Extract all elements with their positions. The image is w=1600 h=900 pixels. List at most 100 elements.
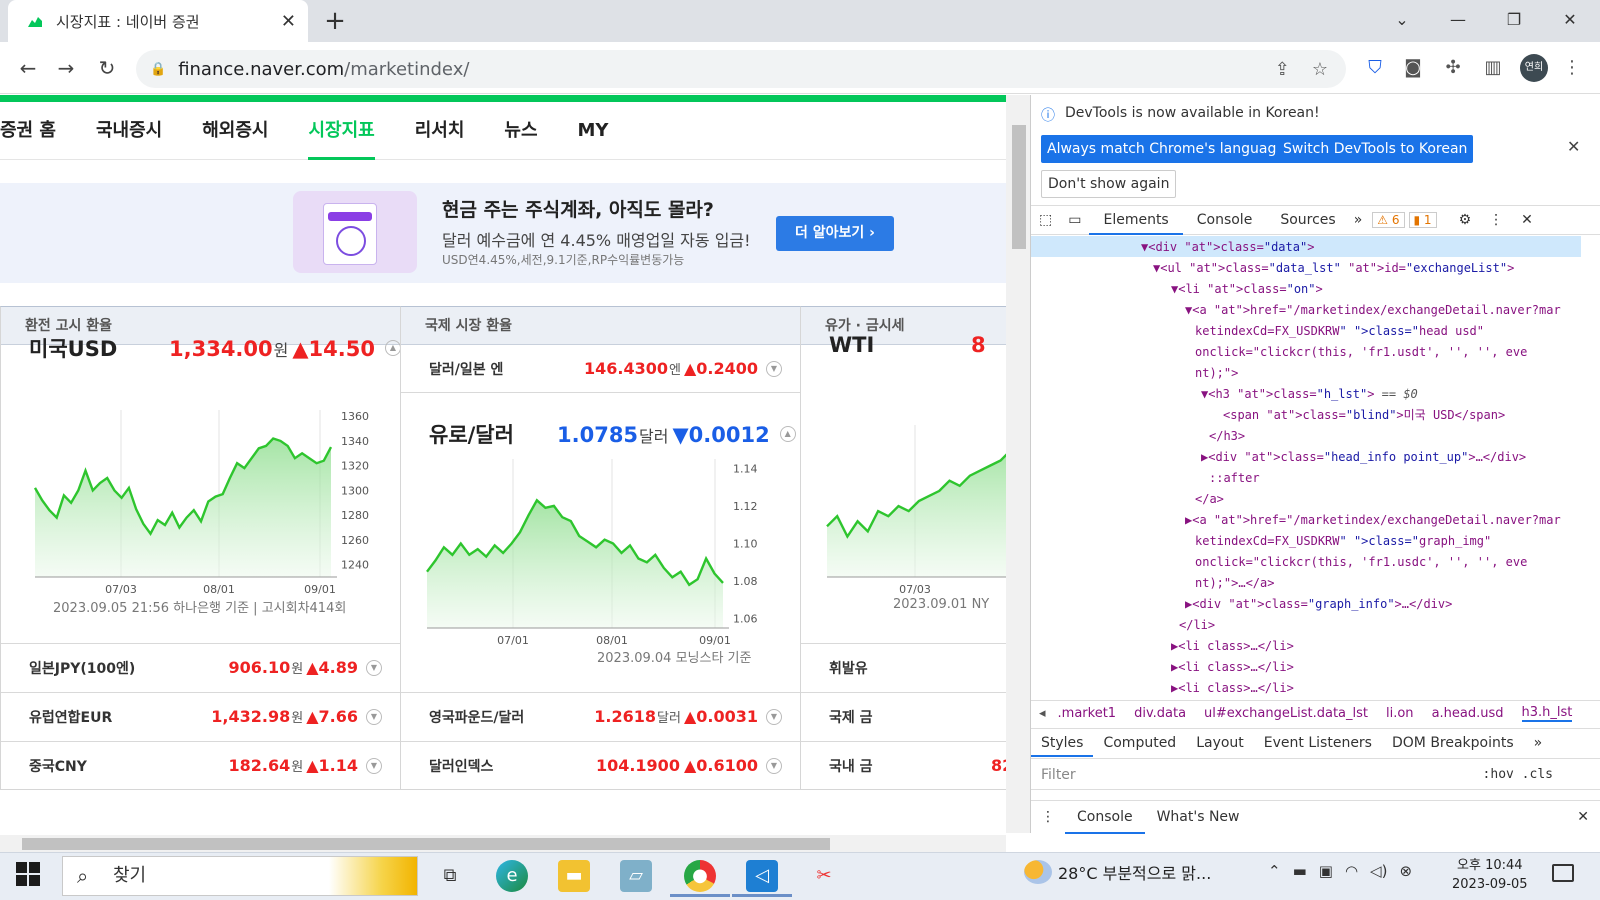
wifi-icon[interactable]: ◠ [1345,862,1358,880]
warning-badge[interactable]: ⚠ 6 [1372,212,1405,228]
vpn-icon[interactable]: ⊗ [1399,862,1412,880]
breadcrumb-item[interactable]: a.head.usd [1432,706,1504,721]
dont-show-again-button[interactable]: Don't show again [1041,170,1177,198]
dom-node-line[interactable]: ▶<a "at">href="/marketindex/exchangeDeta… [1185,510,1561,531]
ad-banner[interactable]: 현금 주는 주식계좌, 아직도 몰라? 달러 예수금에 연 4.45% 매영업일… [0,183,1006,283]
inspect-icon[interactable]: ⬚ [1031,212,1060,228]
close-devtools-icon[interactable]: ✕ [1521,212,1533,228]
settings-gear-icon[interactable]: ⚙ [1459,212,1472,228]
styles-filter-input[interactable]: Filter :hov .cls [1031,758,1600,790]
dom-node-line[interactable]: onclick="clickcr(this, 'fr1.usdc', '', '… [1195,552,1527,573]
dom-node-line[interactable]: </h3> [1209,426,1245,447]
close-drawer-icon[interactable]: ✕ [1577,809,1600,825]
network-adapter-icon[interactable]: ▣ [1319,862,1333,880]
weather-widget[interactable]: 28°C 부분적으로 맑... [1024,860,1211,884]
drawer-menu-icon[interactable]: ⋮ [1031,809,1065,825]
dom-node-line[interactable]: ▶<div "at">class="head_info point_up">…<… [1201,447,1526,468]
drawer-tab-whats-new[interactable]: What's New [1145,801,1252,834]
breadcrumb-item[interactable]: ul#exchangeList.data_lst [1204,706,1368,721]
bookmark-star-icon[interactable]: ☆ [1312,59,1328,80]
wti-head[interactable]: WTI 8 [829,333,986,357]
nav-item-3[interactable]: 시장지표 [308,102,375,160]
edge-icon[interactable]: e [496,860,528,892]
windows-start-icon[interactable] [16,862,40,886]
profile-avatar[interactable]: 연희 [1520,54,1548,82]
usd-head[interactable]: 미국USD 1,334.00 원 ▲14.50 ▲ [29,333,401,363]
list-item[interactable]: 달러/일본 엔 146.4300 엔 ▲0.2400 ▼ [401,345,800,393]
styles-tab-2[interactable]: Layout [1186,729,1254,757]
breadcrumb-item[interactable]: div.data [1134,706,1186,721]
list-item[interactable]: 영국파운드/달러 1.2618 달러 ▲0.0031 ▼ [401,692,800,740]
forward-icon[interactable]: → [52,54,80,82]
dom-node-line[interactable]: ▼<li "at">class="on"> [1171,279,1323,300]
file-explorer-icon[interactable]: ▬ [558,860,590,892]
breadcrumb-item[interactable]: h3.h_lst [1521,705,1573,722]
dom-node-line[interactable]: ketindexCd=FX_USDKRW" ">class="head usd" [1195,321,1484,342]
styles-tab-0[interactable]: Styles [1031,729,1094,757]
taskbar-search[interactable]: ⌕ 찾기 [62,856,418,896]
chevron-left-icon[interactable]: ◂ [1031,706,1046,721]
volume-icon[interactable]: ◁) [1370,862,1387,880]
switch-korean-button[interactable]: Switch DevTools to Korean [1277,135,1474,163]
shield-extension-icon[interactable]: ⛉ [1363,56,1387,80]
vscode-icon[interactable]: ◁ [746,860,778,892]
list-item[interactable]: 휘발유 [801,643,1006,691]
dom-node-line[interactable]: ▶<div "at">class="graph_info">…</div> [1185,594,1452,615]
extensions-puzzle-icon[interactable]: ✣ [1441,56,1465,80]
scroll-thumb[interactable] [1012,125,1026,249]
list-item[interactable]: 일본JPY(100엔) 906.10 원 ▲4.89 ▼ [1,643,400,691]
dom-node-line[interactable]: nt);"> [1195,363,1238,384]
usd-chart[interactable]: 07/03 08/01 09/01 1360 1340 1320 1300 1280 1260 1… [21,405,391,595]
dom-node-line[interactable]: ▶<li class>…</li> [1171,636,1294,657]
nav-item-6[interactable]: MY [578,102,609,160]
side-panel-icon[interactable]: ▥ [1481,56,1505,80]
styles-tab-1[interactable]: Computed [1093,729,1186,757]
eur-chart[interactable]: 07/01 08/01 09/01 1.14 1.12 1.10 1.08 1.06 [421,451,791,645]
nav-item-4[interactable]: 리서치 [415,102,465,160]
issue-badge[interactable]: ▮ 1 [1408,212,1437,228]
reload-icon[interactable]: ↻ [93,54,121,82]
chevron-up-icon[interactable]: ▲ [384,340,401,356]
chrome-menu-icon[interactable]: ⋮ [1560,56,1584,80]
clock[interactable]: 오후 10:44 2023-09-05 [1452,856,1528,894]
device-toolbar-icon[interactable]: ▭ [1060,212,1089,228]
dom-node-line[interactable]: </li> [1179,615,1215,636]
browser-tab[interactable]: 시장지표 : 네이버 증권 ✕ [8,0,308,42]
dom-node-line[interactable]: onclick="clickcr(this, 'fr1.usdt', '', '… [1195,342,1527,363]
styles-tab-5[interactable]: » [1524,729,1553,757]
tab-sources[interactable]: Sources [1266,205,1349,235]
dom-node-line[interactable]: ▶<li class>…</li> [1171,657,1294,678]
dom-node-line[interactable]: </a> [1195,489,1224,510]
filter-toggles[interactable]: :hov .cls [1483,759,1553,791]
scroll-thumb[interactable] [22,838,830,850]
nav-item-2[interactable]: 해외증시 [202,102,268,160]
dom-node-line[interactable]: ketindexCd=FX_USDKRW" ">class="graph_img… [1195,531,1491,552]
address-bar[interactable]: 🔒 finance.naver.com/marketindex/ ⇪ ☆ [136,50,1346,88]
tab-search-icon[interactable]: ⌄ [1374,0,1430,40]
chrome-icon[interactable]: ● [684,860,716,892]
list-item[interactable]: 중국CNY 182.64 원 ▲1.14 ▼ [1,741,400,789]
list-item[interactable]: 국내 금82 [801,741,1006,789]
chevron-up-icon[interactable]: ▲ [779,426,796,442]
dom-node-line[interactable]: nt);">…</a> [1195,573,1274,594]
eur-head[interactable]: 유로/달러 1.0785 달러 ▼0.0012 ▲ [429,419,796,449]
horizontal-scrollbar[interactable] [0,835,1006,853]
task-view-icon[interactable]: ⧉ [434,860,466,892]
dom-node-line[interactable]: ::after [1209,468,1260,489]
drawer-tab-console[interactable]: Console [1065,801,1145,834]
dom-node-line[interactable]: ▼<h3 "at">class="h_lst"> == $0 [1201,384,1418,405]
nav-item-1[interactable]: 국내증시 [96,102,162,160]
breadcrumb-item[interactable]: li.on [1386,706,1414,721]
minimize-icon[interactable]: — [1430,0,1486,40]
camera-extension-icon[interactable]: ◙ [1401,56,1425,80]
close-window-icon[interactable]: ✕ [1542,0,1598,40]
dom-node-line[interactable]: ▶<li class>…</li> [1171,678,1294,697]
styles-tab-4[interactable]: DOM Breakpoints [1382,729,1524,757]
notification-center-icon[interactable] [1552,864,1574,882]
back-icon[interactable]: ← [14,54,42,82]
close-icon[interactable]: ✕ [1567,137,1580,156]
nav-item-5[interactable]: 뉴스 [504,102,537,160]
tab-console[interactable]: Console [1183,205,1267,235]
snipping-tool-icon[interactable]: ✂ [808,860,840,892]
chevron-down-icon[interactable]: ▼ [366,757,382,774]
